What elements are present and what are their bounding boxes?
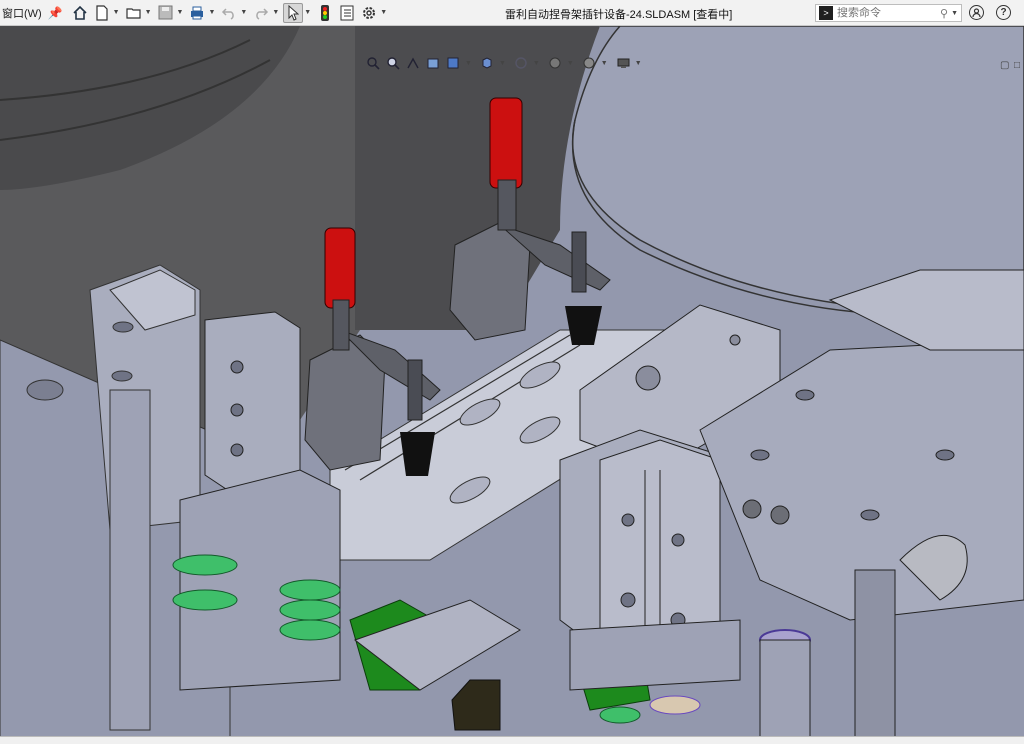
apply-scene-icon[interactable] (581, 55, 597, 71)
print-icon[interactable] (187, 3, 207, 23)
title-bar: 窗口(W) 📌 ▼ ▼ ▼ ▼ ▼ ▼ ▼ ▼ 雷利自动捏骨架插针设备-24.S… (0, 0, 1024, 26)
options-dropdown-icon[interactable]: ▼ (380, 9, 387, 16)
maximize-viewport-icon[interactable]: □ (1014, 60, 1020, 71)
hide-show-dropdown-icon[interactable]: ▼ (533, 60, 540, 67)
open-folder-icon[interactable] (124, 3, 144, 23)
zoom-to-fit-icon[interactable] (365, 55, 381, 71)
new-document-icon[interactable] (92, 3, 112, 23)
restore-viewport-icon[interactable]: ▢ (1000, 60, 1009, 71)
save-dropdown-icon[interactable]: ▼ (177, 9, 184, 16)
view-orientation-icon[interactable] (445, 55, 461, 71)
file-properties-icon[interactable] (337, 3, 357, 23)
select-cursor-icon[interactable] (283, 2, 304, 23)
view-orientation-dropdown-icon[interactable]: ▼ (465, 60, 472, 67)
menu-window[interactable]: 窗口(W) (0, 5, 46, 21)
graphics-area[interactable]: ▼ ▼ ▼ ▼ ▼ ▼ ▢ □ (0, 26, 1024, 743)
display-style-dropdown-icon[interactable]: ▼ (499, 60, 506, 67)
save-icon[interactable] (156, 3, 176, 23)
hide-show-icon[interactable] (513, 55, 529, 71)
quick-access-toolbar: ▼ ▼ ▼ ▼ ▼ ▼ ▼ ▼ (69, 2, 391, 24)
window-title: 雷利自动捏骨架插针设备-24.SLDASM [查看中] (505, 9, 733, 21)
undo-dropdown-icon[interactable]: ▼ (240, 9, 247, 16)
home-icon[interactable] (70, 3, 90, 23)
search-dropdown-icon[interactable]: ▼ (951, 10, 958, 17)
zoom-area-icon[interactable] (385, 55, 401, 71)
select-dropdown-icon[interactable]: ▼ (304, 9, 311, 16)
new-dropdown-icon[interactable]: ▼ (113, 9, 120, 16)
traffic-light-icon[interactable] (315, 3, 335, 23)
search-input[interactable] (837, 7, 927, 19)
right-cylinder (559, 429, 741, 691)
search-command-box[interactable]: > ⚲ ▼ (815, 4, 962, 22)
undo-icon[interactable] (219, 3, 239, 23)
search-icon[interactable]: ⚲ (940, 7, 948, 20)
section-view-icon[interactable] (425, 55, 441, 71)
edit-appearance-dropdown-icon[interactable]: ▼ (567, 60, 574, 67)
display-style-icon[interactable] (479, 55, 495, 71)
edit-appearance-icon[interactable] (547, 55, 563, 71)
print-dropdown-icon[interactable]: ▼ (208, 9, 215, 16)
redo-icon[interactable] (251, 3, 271, 23)
previous-view-icon[interactable] (405, 55, 421, 71)
apply-scene-dropdown-icon[interactable]: ▼ (601, 60, 608, 67)
command-prompt-icon: > (819, 6, 833, 20)
options-gear-icon[interactable] (359, 3, 379, 23)
pin-icon[interactable]: 📌 (48, 6, 63, 20)
open-dropdown-icon[interactable]: ▼ (145, 9, 152, 16)
view-settings-icon[interactable] (615, 55, 631, 71)
heads-up-view-toolbar: ▼ ▼ ▼ ▼ ▼ ▼ (365, 53, 645, 73)
user-account-icon[interactable] (969, 5, 984, 20)
redo-dropdown-icon[interactable]: ▼ (272, 9, 279, 16)
help-icon[interactable]: ? (996, 5, 1011, 20)
view-settings-dropdown-icon[interactable]: ▼ (635, 60, 642, 67)
assembly-model (0, 26, 1024, 743)
